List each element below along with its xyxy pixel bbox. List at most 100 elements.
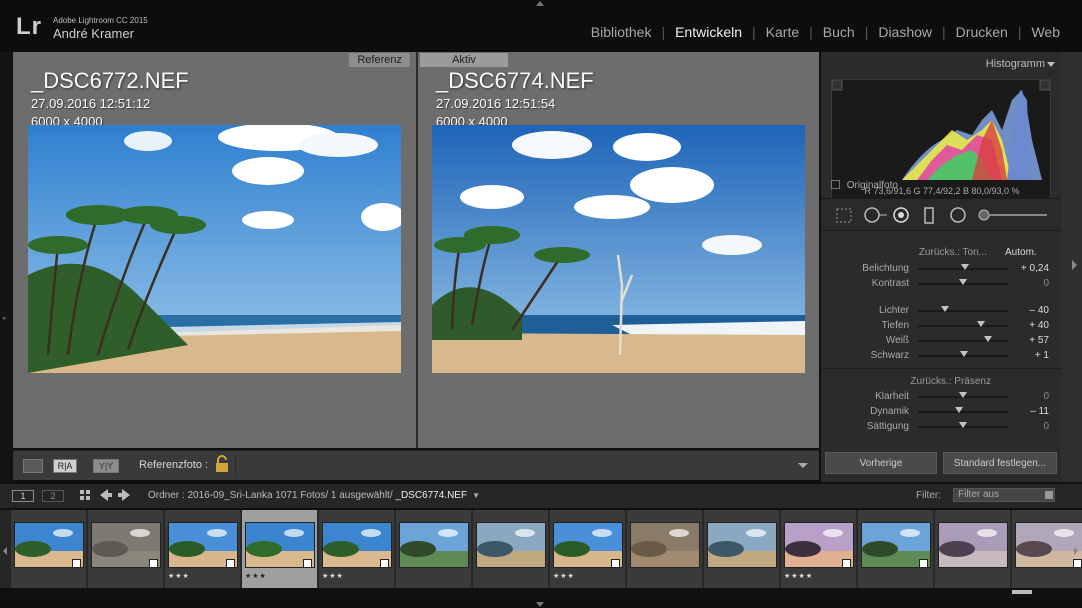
slider-belichtung[interactable]: Belichtung + 0,24 [821, 263, 1061, 277]
expand-left-panel-icon[interactable]: ▸ [3, 314, 7, 322]
filmstrip-thumbnail[interactable] [88, 510, 164, 588]
slider-track[interactable] [918, 407, 1008, 413]
tone-reset-button[interactable]: Zurücks.: Ton... [919, 247, 987, 258]
filmstrip-thumbnail[interactable] [858, 510, 934, 588]
tool-strip [821, 198, 1061, 231]
module-bibliothek[interactable]: Bibliothek [581, 24, 662, 40]
filmstrip-thumbnail[interactable]: ★★★★ [781, 510, 857, 588]
slider-track[interactable] [918, 264, 1008, 270]
filmstrip-thumbnail[interactable]: ★★★ [165, 510, 241, 588]
filmstrip-thumbnail[interactable] [935, 510, 1011, 588]
histogram-header[interactable]: Histogramm [821, 52, 1061, 76]
filmstrip-thumbnail[interactable]: ★★★ [319, 510, 395, 588]
compare-view-button[interactable]: R|A [53, 459, 77, 473]
filmstrip-thumbnail[interactable] [396, 510, 472, 588]
module-drucken[interactable]: Drucken [946, 24, 1018, 40]
slider-value[interactable]: + 0,24 [1021, 263, 1049, 274]
slider-track[interactable] [918, 279, 1008, 285]
folder-info[interactable]: Ordner : 2016-09_Sri-Lanka 1071 Fotos/ 1… [148, 490, 480, 501]
original-photo-toggle[interactable]: Originalfoto [831, 180, 898, 191]
slider-value[interactable]: 0 [1043, 421, 1049, 432]
slider-value[interactable]: + 40 [1029, 320, 1049, 331]
slider-value[interactable]: + 57 [1029, 335, 1049, 346]
slider-thumb[interactable] [960, 264, 969, 270]
secondary-screen-button[interactable]: 2 [42, 490, 64, 502]
left-panel-collapsed[interactable]: ▸ [0, 52, 12, 482]
histogram-collapse-icon[interactable] [1047, 62, 1055, 67]
slider-thumb[interactable] [977, 321, 985, 327]
filmstrip-left-arrow-icon[interactable] [3, 547, 7, 555]
panel-buttons: Vorherige Standard festlegen... [821, 452, 1061, 478]
slider-track[interactable] [918, 306, 1008, 312]
slider-value[interactable]: – 11 [1030, 406, 1049, 417]
star-rating[interactable]: ★★★★ [784, 572, 813, 580]
toolbar-options-icon[interactable] [798, 463, 808, 468]
slider-track[interactable] [918, 392, 1008, 398]
slider-thumb[interactable] [959, 392, 967, 398]
right-panel-scroll-handle-icon[interactable] [1072, 260, 1077, 270]
survey-view-button[interactable]: Y|Y [93, 459, 119, 473]
filter-select[interactable]: Filter aus [953, 488, 1055, 502]
filmstrip-right-arrow-icon[interactable] [1074, 547, 1078, 555]
slider-track[interactable] [918, 351, 1008, 357]
presence-reset-button[interactable]: Zurücks.: Präsenz [910, 376, 991, 387]
module-entwickeln[interactable]: Entwickeln [665, 24, 752, 40]
slider-thumb[interactable] [959, 422, 967, 428]
slider-label: Belichtung [862, 263, 909, 274]
filmstrip-thumbnail[interactable]: ★★★ [242, 510, 318, 588]
compare-view: Referenz _DSC6772.NEF 27.09.2016 12:51:1… [13, 52, 819, 448]
star-rating[interactable]: ★★★ [322, 572, 344, 580]
filmstrip-thumbnail[interactable] [627, 510, 703, 588]
previous-button[interactable]: Vorherige [825, 452, 937, 474]
slider-thumb[interactable] [941, 306, 949, 312]
filmstrip-thumbnail[interactable] [473, 510, 549, 588]
filmstrip-thumbnail[interactable] [11, 510, 87, 588]
slider-weiß[interactable]: Weiß + 57 [821, 335, 1061, 349]
filmstrip-scroll-thumb[interactable] [1012, 590, 1032, 594]
set-default-button[interactable]: Standard festlegen... [943, 452, 1057, 474]
collapse-bottom-arrow-icon[interactable] [536, 602, 544, 607]
lock-icon[interactable] [215, 455, 229, 478]
active-photo[interactable] [432, 125, 805, 373]
primary-screen-button[interactable]: 1 [12, 490, 34, 502]
collapse-top-arrow-icon[interactable] [536, 1, 544, 6]
star-rating[interactable]: ★★★ [168, 572, 190, 580]
thumbnail-image [938, 522, 1008, 568]
slider-value[interactable]: + 1 [1035, 350, 1049, 361]
filter-lock-icon[interactable] [1045, 491, 1053, 499]
slider-dynamik[interactable]: Dynamik – 11 [821, 406, 1061, 420]
slider-value[interactable]: 0 [1043, 391, 1049, 402]
slider-value[interactable]: 0 [1043, 278, 1049, 289]
filmstrip-thumbnail[interactable] [1012, 510, 1082, 588]
module-diashow[interactable]: Diashow [868, 24, 942, 40]
loupe-view-button[interactable] [23, 459, 43, 473]
active-pane[interactable]: Aktiv _DSC6774.NEF 27.09.2016 12:51:54 6… [418, 52, 819, 448]
original-checkbox[interactable] [831, 180, 840, 189]
slider-value[interactable]: – 40 [1030, 305, 1049, 316]
module-web[interactable]: Web [1021, 24, 1070, 40]
slider-klarheit[interactable]: Klarheit 0 [821, 391, 1061, 405]
slider-thumb[interactable] [959, 351, 968, 357]
auto-tone-button[interactable]: Autom. [1005, 247, 1049, 260]
reference-pane[interactable]: Referenz _DSC6772.NEF 27.09.2016 12:51:1… [13, 52, 416, 448]
star-rating[interactable]: ★★★ [553, 572, 575, 580]
slider-track[interactable] [918, 321, 1008, 327]
slider-lichter[interactable]: Lichter – 40 [821, 305, 1061, 319]
folder-dropdown-icon[interactable]: ▼ [472, 491, 480, 500]
slider-tiefen[interactable]: Tiefen + 40 [821, 320, 1061, 334]
star-rating[interactable]: ★★★ [245, 572, 267, 580]
slider-schwarz[interactable]: Schwarz + 1 [821, 350, 1061, 364]
filmstrip-thumbnail[interactable] [704, 510, 780, 588]
slider-thumb[interactable] [954, 407, 963, 413]
referenzfoto-label: Referenzfoto : [139, 459, 209, 471]
filmstrip-thumbnail[interactable]: ★★★ [550, 510, 626, 588]
slider-thumb[interactable] [984, 336, 993, 342]
slider-track[interactable] [918, 336, 1008, 342]
slider-kontrast[interactable]: Kontrast 0 [821, 278, 1061, 292]
slider-track[interactable] [918, 422, 1008, 428]
reference-photo[interactable] [28, 125, 401, 373]
slider-thumb[interactable] [959, 279, 967, 285]
slider-sättigung[interactable]: Sättigung 0 [821, 421, 1061, 435]
module-buch[interactable]: Buch [813, 24, 865, 40]
module-karte[interactable]: Karte [756, 24, 809, 40]
